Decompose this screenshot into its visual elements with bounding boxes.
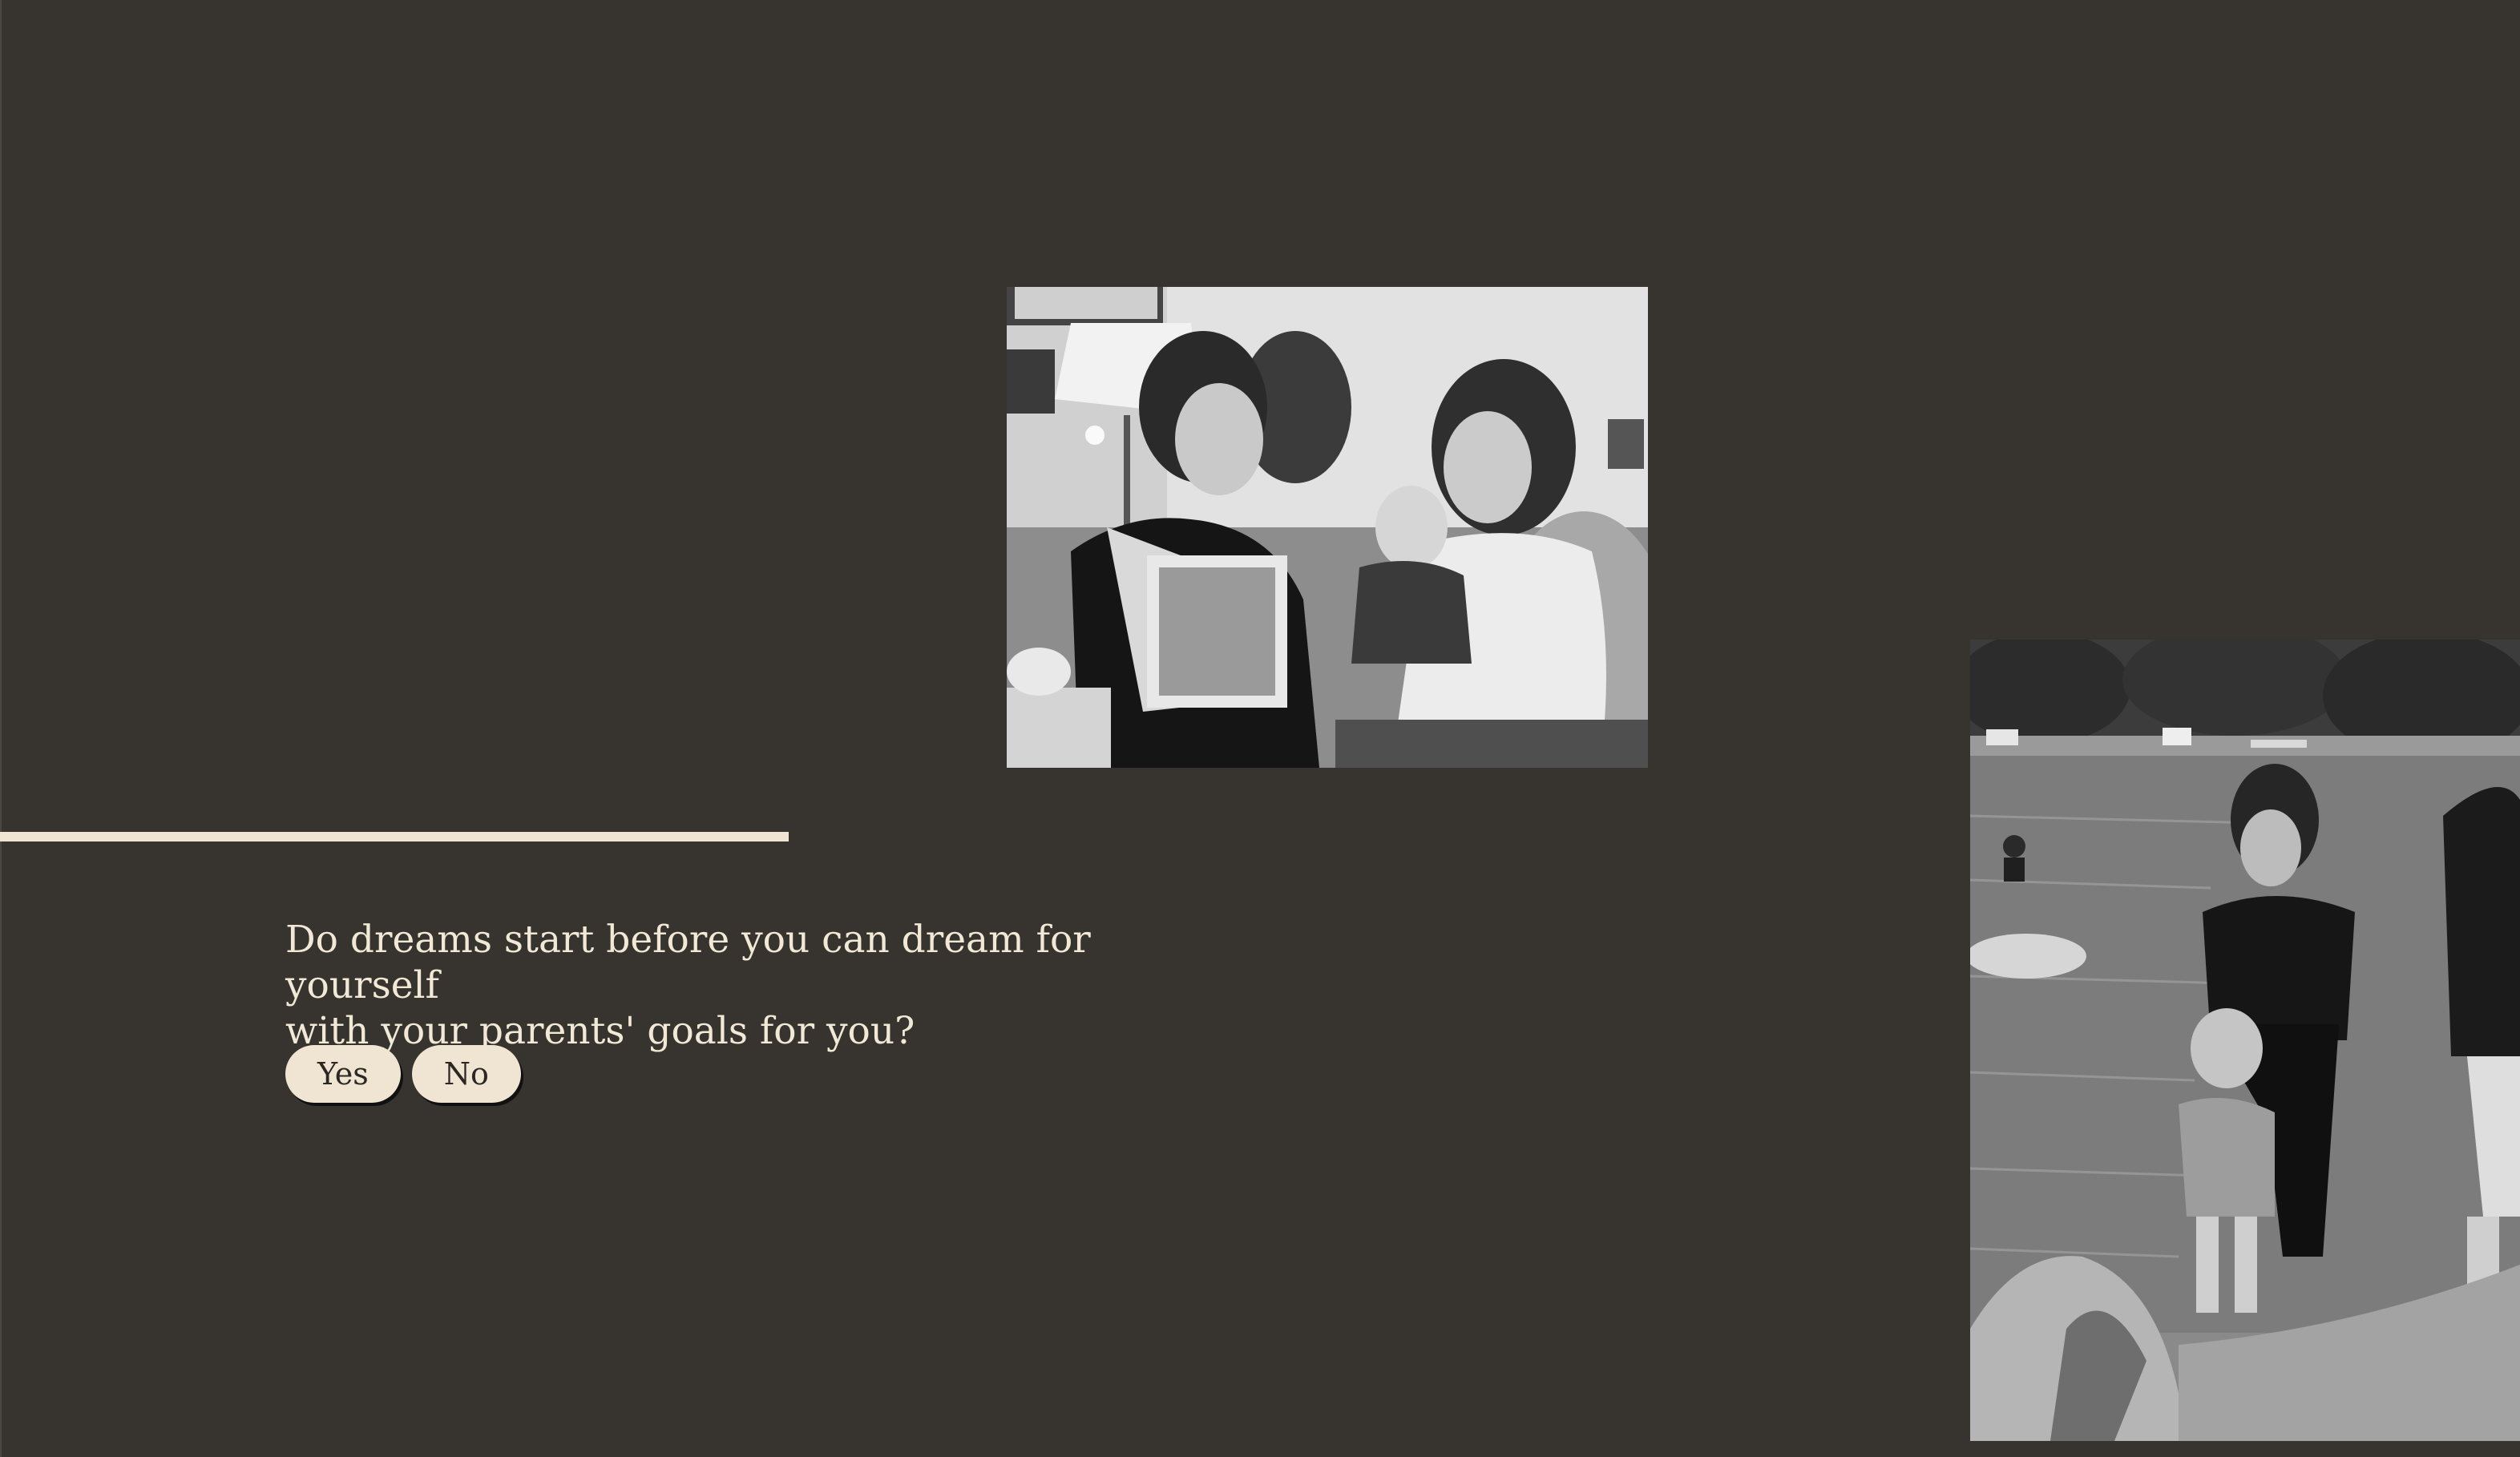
family-reading-photo (1007, 287, 1648, 768)
yes-button[interactable]: Yes (285, 1045, 401, 1103)
lakeshore-photo (1970, 640, 2520, 1441)
left-edge-divider (0, 0, 2, 1457)
answer-buttons: Yes No (285, 1045, 521, 1103)
progress-bar-fill (0, 832, 790, 842)
progress-bar (0, 832, 1409, 842)
no-button[interactable]: No (411, 1045, 521, 1103)
question-text: Do dreams start before you can dream for… (285, 917, 1247, 1054)
question-line-1: Do dreams start before you can dream for… (285, 918, 1091, 1007)
